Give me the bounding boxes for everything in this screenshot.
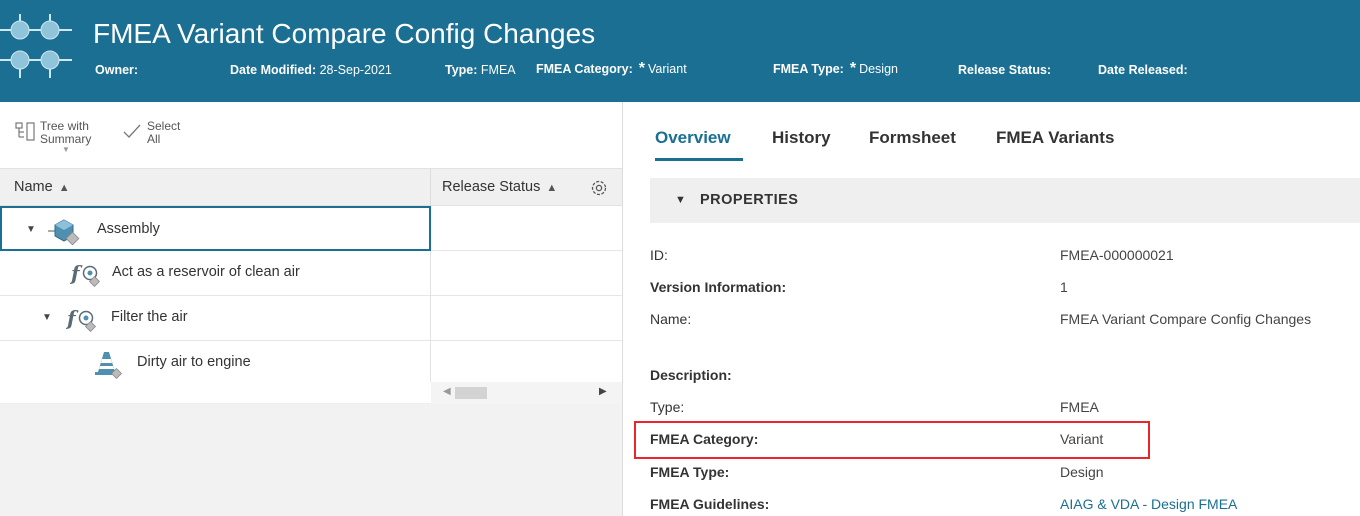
tree-column-header: Name ▲︎ Release Status ▲︎ <box>0 168 622 207</box>
property-label: Name: <box>650 311 692 327</box>
property-value: Design <box>1060 464 1104 480</box>
owner-field: Owner: <box>95 63 138 77</box>
tab-overview[interactable]: Overview <box>655 128 731 148</box>
failure-cone-icon <box>95 352 123 380</box>
required-star-icon: * <box>849 60 857 77</box>
tree-row[interactable]: ▼ Assembly <box>0 206 622 251</box>
fmea-type-field: FMEA Type: * Design <box>773 60 898 78</box>
scroll-right-arrow-icon[interactable]: ▶ <box>599 386 607 397</box>
type-field: Type: FMEA <box>445 63 516 77</box>
date-modified-label: Date Modified: <box>230 63 317 77</box>
required-star-icon: * <box>638 60 645 77</box>
header-bar: FMEA Variant Compare Config Changes Owne… <box>0 0 1360 102</box>
fmea-category-label: FMEA Category: <box>536 62 633 76</box>
release-status-column-label: Release Status <box>442 179 541 195</box>
fmea-type-label: FMEA Type: <box>773 62 844 76</box>
tree-row[interactable]: f Act as a reservoir of clean air <box>0 251 622 296</box>
svg-text:f: f <box>66 306 79 330</box>
fmea-guidelines-link[interactable]: AIAG & VDA - Design FMEA <box>1060 496 1237 512</box>
tree-row-label: Dirty air to engine <box>137 354 251 370</box>
fmea-category-field: FMEA Category: * Variant <box>536 60 687 78</box>
page-title: FMEA Variant Compare Config Changes <box>93 18 596 49</box>
properties-section-title: PROPERTIES <box>700 192 799 208</box>
scrollbar-thumb[interactable] <box>455 387 487 399</box>
tree-with-summary-button[interactable]: Tree with Summary ▼ <box>14 120 91 154</box>
tree-row-label: Assembly <box>97 221 160 237</box>
date-released-field: Date Released: <box>1098 63 1188 77</box>
tree-toolbar: Tree with Summary ▼ Select All <box>0 102 622 168</box>
dropdown-caret-icon: ▼ <box>62 145 70 154</box>
release-status-column-header[interactable]: Release Status ▲︎ <box>442 179 557 195</box>
scroll-left-arrow-icon[interactable]: ◀ <box>443 386 451 397</box>
collapse-caret-icon[interactable]: ▼ <box>675 194 686 206</box>
fmea-logo-icon <box>0 14 72 78</box>
release-status-label: Release Status: <box>958 63 1052 77</box>
sort-icon[interactable]: ▲︎ <box>59 182 70 194</box>
date-modified-field: Date Modified: 28-Sep-2021 <box>230 63 392 77</box>
tree-row[interactable]: Dirty air to engine <box>0 341 622 386</box>
property-value: FMEA <box>1060 399 1099 415</box>
tree-row[interactable]: ▼ f Filter the air <box>0 296 622 341</box>
date-modified-value: 28-Sep-2021 <box>319 63 392 77</box>
sort-icon[interactable]: ▲︎ <box>546 182 557 194</box>
type-label: Type: <box>445 63 478 77</box>
function-icon: f <box>70 261 101 288</box>
function-icon: f <box>66 306 97 333</box>
tree-row-name-cell[interactable]: Dirty air to engine <box>0 341 431 386</box>
column-divider[interactable] <box>430 169 431 207</box>
expand-caret-icon[interactable]: ▼ <box>26 224 36 235</box>
tree-row-name-cell[interactable]: ▼ Assembly <box>0 206 431 251</box>
tab-fmea-variants[interactable]: FMEA Variants <box>996 128 1114 148</box>
expand-caret-icon[interactable]: ▼ <box>42 312 52 323</box>
tab-formsheet[interactable]: Formsheet <box>869 128 956 148</box>
tree-row-label: Act as a reservoir of clean air <box>112 264 300 280</box>
property-label: Description: <box>650 367 732 383</box>
type-value: FMEA <box>480 63 516 77</box>
property-value: FMEA Variant Compare Config Changes <box>1060 311 1312 327</box>
date-released-label: Date Released: <box>1098 63 1188 77</box>
property-label: FMEA Type: <box>650 464 730 480</box>
property-value: FMEA-000000021 <box>1060 247 1174 263</box>
tree-view-icon <box>15 122 35 141</box>
property-label: ID: <box>650 247 668 263</box>
release-status-field: Release Status: <box>958 63 1051 77</box>
tree-empty-area <box>0 404 622 516</box>
check-icon <box>123 124 141 138</box>
all-label: All <box>147 132 161 146</box>
fmea-type-value: Design <box>859 62 898 76</box>
tree-panel: Tree with Summary ▼ Select All Name ▲︎ Re… <box>0 102 622 516</box>
owner-label: Owner: <box>95 63 139 77</box>
fmea-category-value: Variant <box>648 62 687 76</box>
name-column-header[interactable]: Name ▲︎ <box>14 179 70 195</box>
select-all-button[interactable]: Select All <box>121 120 180 146</box>
gear-icon[interactable] <box>589 178 609 198</box>
tree-row-name-cell[interactable]: ▼ f Filter the air <box>0 296 431 341</box>
tab-history[interactable]: History <box>772 128 831 148</box>
property-value: 1 <box>1060 279 1068 295</box>
details-panel: Overview History Formsheet FMEA Variants… <box>628 102 1360 516</box>
tree-row-name-cell[interactable]: f Act as a reservoir of clean air <box>0 251 431 296</box>
properties-section-header[interactable]: ▼ PROPERTIES <box>650 178 1360 223</box>
svg-text:f: f <box>70 261 83 285</box>
name-column-label: Name <box>14 179 53 195</box>
assembly-icon <box>48 219 80 245</box>
property-label: Version Information: <box>650 279 787 295</box>
property-label: Type: <box>650 399 685 415</box>
horizontal-scrollbar[interactable]: ◀ ▶ <box>431 382 622 404</box>
fmea-category-highlight <box>634 421 1150 459</box>
tree-row-label: Filter the air <box>111 309 188 325</box>
active-tab-indicator <box>655 158 743 161</box>
tree-footer <box>0 382 431 404</box>
property-label: FMEA Guidelines: <box>650 496 770 512</box>
